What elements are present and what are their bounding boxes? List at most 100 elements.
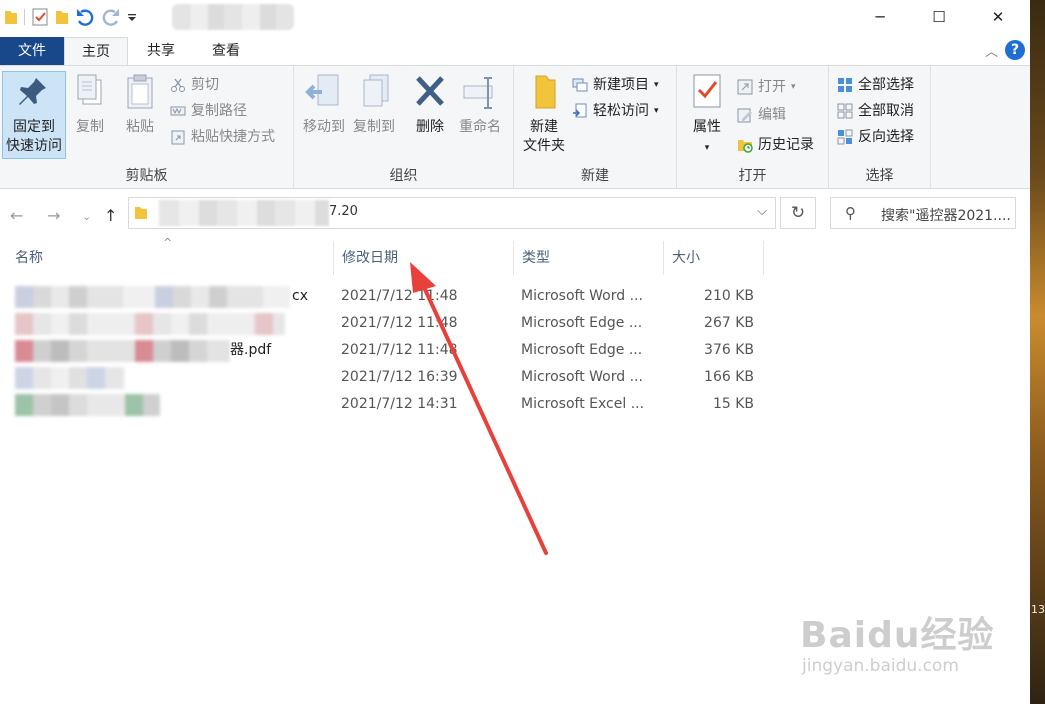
ribbon: 固定到 快速访问 复制 粘贴 剪切 复制路径 粘贴快捷方式 剪贴板 移动到 复制… [0, 65, 1030, 189]
easy-access-icon [573, 103, 587, 118]
copy-path-label: 复制路径 [191, 103, 247, 119]
taskbar-clock-fragment: 13 [1031, 603, 1045, 616]
group-open-label: 打开 [738, 168, 767, 184]
recent-locations-chevron-icon[interactable]: ⌄ [82, 210, 91, 223]
new-folder-label-1: 新建 [530, 119, 558, 135]
file-name-blurred [15, 394, 160, 416]
redo-icon[interactable] [101, 8, 121, 26]
paste-label: 粘贴 [126, 119, 154, 135]
edit-icon [737, 108, 752, 123]
open-button[interactable]: 打开 ▾ [737, 76, 796, 98]
open-icon [737, 79, 753, 95]
file-size: 15 KB [712, 396, 754, 412]
file-name-tail: 器.pdf [230, 342, 272, 358]
new-folder-button[interactable]: 新建 文件夹 [514, 72, 574, 156]
properties-check-icon[interactable] [31, 8, 49, 26]
new-item-dropdown[interactable]: 新建项目 ▾ [572, 74, 659, 96]
paste-icon [127, 74, 153, 109]
file-name-blurred [15, 286, 290, 308]
new-folder-icon[interactable] [55, 9, 69, 25]
properties-button[interactable]: 属性 ▾ [677, 72, 737, 158]
cut-button[interactable]: 剪切 [170, 74, 219, 96]
delete-x-icon [416, 76, 444, 106]
column-size-header[interactable]: 大小 [664, 241, 764, 275]
tab-home[interactable]: 主页 [64, 37, 128, 66]
window-title-blurred [172, 4, 294, 30]
file-name-tail: cx [292, 288, 308, 304]
cut-label: 剪切 [191, 77, 219, 93]
help-icon[interactable]: ? [1005, 40, 1025, 60]
title-bar: ─ ☐ ✕ [0, 0, 1030, 34]
forward-arrow-icon[interactable]: → [47, 206, 60, 225]
back-arrow-icon[interactable]: ← [10, 206, 23, 225]
invert-selection-label: 反向选择 [858, 129, 914, 145]
address-path-blurred [159, 200, 329, 226]
select-none-icon [837, 103, 853, 119]
group-select-label: 选择 [865, 168, 894, 184]
column-date-header[interactable]: 修改日期 [334, 241, 514, 275]
refresh-button[interactable]: ↻ [780, 197, 816, 229]
select-none-button[interactable]: 全部取消 [837, 100, 914, 122]
pin-label-2: 快速访问 [6, 138, 62, 154]
collapse-ribbon-icon[interactable]: ︿ [985, 41, 998, 60]
pin-label-1: 固定到 [13, 119, 55, 135]
paste-shortcut-button[interactable]: 粘贴快捷方式 [170, 126, 275, 148]
undo-icon[interactable] [75, 8, 95, 26]
file-row[interactable]: 2021/7/12 16:39 Microsoft Word ... 166 K… [0, 364, 1030, 391]
select-all-label: 全部选择 [858, 77, 914, 93]
file-row[interactable]: 器.pdf 2021/7/12 11:48 Microsoft Edge ...… [0, 337, 1030, 364]
column-name-header[interactable]: 名称 [7, 241, 334, 275]
easy-access-label: 轻松访问 [593, 103, 649, 119]
folder-icon[interactable] [4, 9, 18, 25]
file-row[interactable]: cx 2021/7/12 11:48 Microsoft Word ... 21… [0, 283, 1030, 310]
pin-icon [19, 78, 46, 105]
copy-path-icon [170, 106, 186, 116]
rename-button[interactable]: 重命名 [450, 72, 510, 137]
file-size: 210 KB [704, 288, 754, 304]
paste-button[interactable]: 粘贴 [110, 72, 170, 137]
file-size: 267 KB [704, 315, 754, 331]
paste-shortcut-label: 粘贴快捷方式 [191, 129, 275, 145]
file-row[interactable]: 2021/7/12 14:31 Microsoft Excel ... 15 K… [0, 391, 1030, 418]
close-button[interactable]: ✕ [968, 0, 1028, 34]
address-dropdown-icon[interactable]: ⌵ [757, 204, 767, 219]
history-label: 历史记录 [758, 137, 814, 153]
qat-separator [24, 9, 25, 25]
tab-file[interactable]: 文件 [0, 37, 64, 65]
edit-label: 编辑 [758, 107, 786, 123]
copy-label: 复制 [76, 119, 104, 135]
copy-to-icon [363, 74, 389, 107]
group-new: 新建 文件夹 新建项目 ▾ 轻松访问 ▾ 新建 [514, 66, 677, 189]
invert-selection-button[interactable]: 反向选择 [837, 126, 914, 148]
tab-view[interactable]: 查看 [194, 37, 258, 65]
history-icon [738, 140, 753, 153]
search-input[interactable]: 搜索"遥控器2021.... [881, 205, 1011, 225]
easy-access-dropdown[interactable]: 轻松访问 ▾ [572, 100, 659, 122]
group-open: 属性 ▾ 打开 ▾ 编辑 历史记录 打开 [677, 66, 829, 189]
up-arrow-icon[interactable]: ↑ [104, 206, 117, 225]
search-icon: ⚲ [845, 204, 856, 222]
address-path-tail: 7.20 [329, 204, 358, 219]
copy-path-button[interactable]: 复制路径 [170, 100, 247, 122]
history-button[interactable]: 历史记录 [737, 134, 814, 156]
edit-button[interactable]: 编辑 [737, 104, 786, 126]
customize-qat-icon[interactable] [127, 12, 137, 22]
file-row[interactable]: 2021/7/12 11:48 Microsoft Edge ... 267 K… [0, 310, 1030, 337]
file-date: 2021/7/12 14:31 [341, 396, 458, 412]
search-box[interactable]: ⚲ 搜索"遥控器2021.... [830, 197, 1016, 229]
group-clipboard-label: 剪贴板 [125, 168, 168, 184]
tab-share[interactable]: 共享 [130, 37, 192, 65]
file-size: 376 KB [704, 342, 754, 358]
maximize-button[interactable]: ☐ [909, 0, 969, 34]
minimize-button[interactable]: ─ [850, 0, 910, 34]
watermark-brand: Baidu经验 [800, 615, 995, 656]
address-bar[interactable]: 7.20 ⌵ [128, 197, 776, 229]
select-all-button[interactable]: 全部选择 [837, 74, 914, 96]
column-type-header[interactable]: 类型 [514, 241, 664, 275]
new-folder-large-icon [535, 75, 556, 109]
pin-to-quick-access-button[interactable]: 固定到 快速访问 [4, 72, 64, 156]
copy-to-button[interactable]: 复制到 [344, 72, 404, 137]
chevron-down-icon: ▾ [654, 106, 659, 116]
file-size: 166 KB [704, 369, 754, 385]
file-list-header: ^ 名称 修改日期 类型 大小 [0, 236, 1030, 275]
